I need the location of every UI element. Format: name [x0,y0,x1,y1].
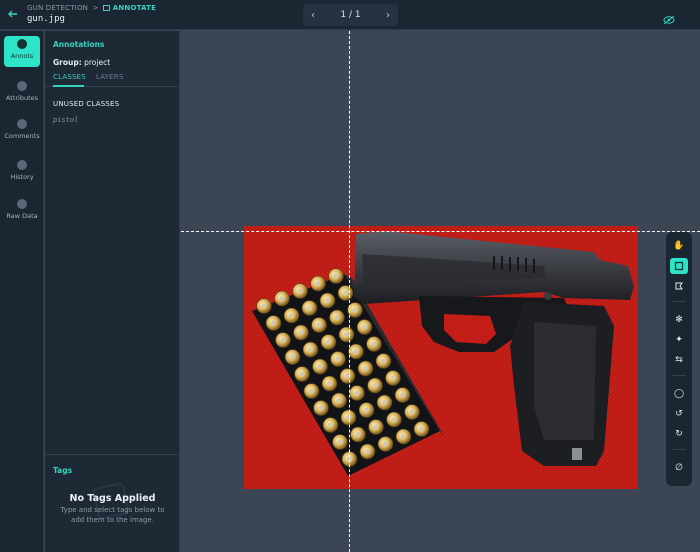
polygon-icon[interactable] [670,278,688,294]
attributes-icon [17,81,27,91]
tab-layers[interactable]: LAYERS [96,73,124,81]
image-pager: ‹ 1 / 1 › [303,4,398,26]
rail-item-comments[interactable]: Comments [2,116,42,150]
rail-item-attributes[interactable]: Attributes [2,78,42,112]
rail-item-annots[interactable]: Annots [4,36,40,67]
history-icon [17,160,27,170]
annotate-icon [103,5,111,11]
rail-item-label: History [10,173,34,181]
next-image-icon[interactable]: › [386,10,390,21]
crosshair-vertical [349,31,350,552]
annotation-canvas[interactable] [181,31,700,552]
tab-classes[interactable]: CLASSES [53,73,86,81]
breadcrumb: GUN DETECTION > ANNOTATE [27,4,156,12]
breadcrumb-project[interactable]: GUN DETECTION [27,4,88,12]
rail-item-label: Attributes [5,94,39,102]
comment-icon [17,119,27,129]
rail-item-label: Annots [10,52,34,60]
raw-data-icon [17,199,27,209]
panel-title: Annotations [53,40,105,49]
no-tags-help-text: Type and select tags below to add them t… [60,506,165,524]
back-arrow-icon[interactable] [7,8,21,22]
file-name: gun.jpg [27,14,65,24]
unused-classes-heading: UNUSED CLASSES [53,100,120,108]
divider [45,454,180,455]
sidebar-rail: Annots Attributes Comments History Raw D… [0,31,44,552]
breadcrumb-mode: ANNOTATE [103,4,156,12]
breadcrumb-separator: > [92,4,99,12]
rail-item-raw-data[interactable]: Raw Data [2,196,42,230]
rail-item-label: Comments [4,132,40,140]
repeat-icon[interactable]: ⇆ [670,352,688,368]
undo-icon[interactable]: ↺ [670,406,688,422]
annotated-image[interactable] [244,226,638,489]
group-label: Group: [53,58,82,67]
redo-icon[interactable]: ↻ [670,426,688,442]
prev-image-icon[interactable]: ‹ [311,10,315,21]
comment-icon[interactable]: ◯ [670,386,688,402]
hide-icon[interactable]: ∅ [670,460,688,476]
bounding-box-icon[interactable] [670,258,688,274]
panel-tabs: CLASSES LAYERS [45,70,180,87]
divider [672,301,686,302]
tool-palette: ✋ ✻ ✦ ⇆ ◯ ↺ ↻ ∅ [666,232,692,486]
rail-item-label: Raw Data [6,212,38,220]
active-tab-indicator [53,85,84,87]
group-value: project [84,58,111,67]
annotations-panel: Annotations Group: project CLASSES LAYER… [45,31,180,552]
group-selector[interactable]: Group: project [53,58,110,67]
pan-hand-icon[interactable]: ✋ [670,238,688,254]
pager-count: 1 / 1 [340,10,361,20]
divider [672,449,686,450]
pistol-and-ammo-image [244,226,638,489]
no-tags-message: No Tags Applied [69,493,156,504]
hide-annotations-icon[interactable] [663,10,675,25]
annotation-icon [17,39,27,49]
top-bar: GUN DETECTION > ANNOTATE gun.jpg ‹ 1 / 1… [0,0,700,30]
rail-item-history[interactable]: History [2,157,42,191]
smart-select-icon[interactable]: ✻ [670,312,688,328]
class-item-pistol[interactable]: pistol [53,116,78,124]
divider [672,375,686,376]
crosshair-horizontal [181,231,700,232]
magic-wand-icon[interactable]: ✦ [670,332,688,348]
tags-title: Tags [53,466,73,475]
